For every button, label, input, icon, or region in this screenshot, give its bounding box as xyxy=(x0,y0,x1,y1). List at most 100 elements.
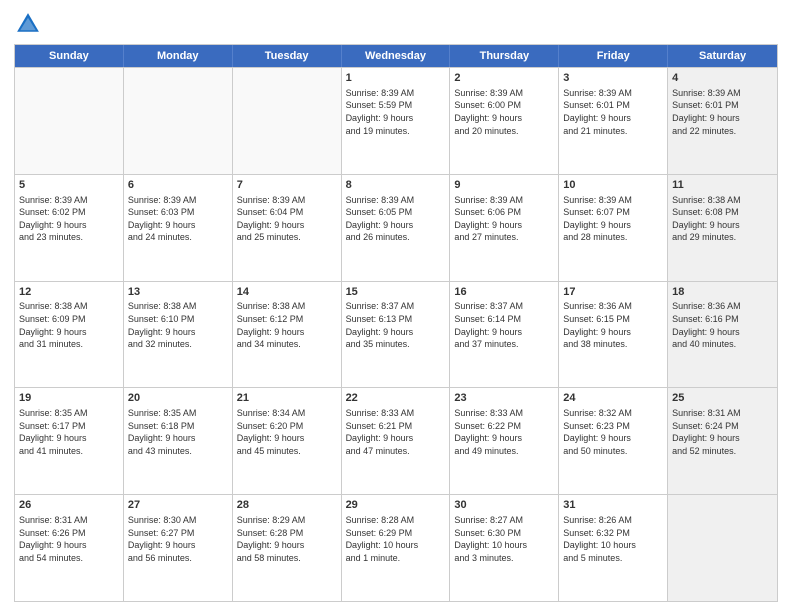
day-number: 18 xyxy=(672,285,773,300)
day-number: 7 xyxy=(237,178,337,193)
cell-details: Sunrise: 8:27 AM Sunset: 6:30 PM Dayligh… xyxy=(454,514,554,564)
calendar-cell: 13Sunrise: 8:38 AM Sunset: 6:10 PM Dayli… xyxy=(124,282,233,388)
day-number: 13 xyxy=(128,285,228,300)
cell-details: Sunrise: 8:39 AM Sunset: 6:02 PM Dayligh… xyxy=(19,194,119,244)
cell-details: Sunrise: 8:38 AM Sunset: 6:10 PM Dayligh… xyxy=(128,300,228,350)
calendar-cell: 18Sunrise: 8:36 AM Sunset: 6:16 PM Dayli… xyxy=(668,282,777,388)
cell-details: Sunrise: 8:39 AM Sunset: 6:01 PM Dayligh… xyxy=(672,87,773,137)
calendar-cell: 2Sunrise: 8:39 AM Sunset: 6:00 PM Daylig… xyxy=(450,68,559,174)
calendar-row: 12Sunrise: 8:38 AM Sunset: 6:09 PM Dayli… xyxy=(15,281,777,388)
cell-details: Sunrise: 8:39 AM Sunset: 6:05 PM Dayligh… xyxy=(346,194,446,244)
cell-details: Sunrise: 8:32 AM Sunset: 6:23 PM Dayligh… xyxy=(563,407,663,457)
cell-details: Sunrise: 8:31 AM Sunset: 6:26 PM Dayligh… xyxy=(19,514,119,564)
day-number: 23 xyxy=(454,391,554,406)
day-number: 17 xyxy=(563,285,663,300)
day-number: 12 xyxy=(19,285,119,300)
calendar-cell: 7Sunrise: 8:39 AM Sunset: 6:04 PM Daylig… xyxy=(233,175,342,281)
day-number: 31 xyxy=(563,498,663,513)
weekday-header: Friday xyxy=(559,45,668,67)
day-number: 9 xyxy=(454,178,554,193)
day-number: 11 xyxy=(672,178,773,193)
calendar-cell: 29Sunrise: 8:28 AM Sunset: 6:29 PM Dayli… xyxy=(342,495,451,601)
cell-details: Sunrise: 8:39 AM Sunset: 6:04 PM Dayligh… xyxy=(237,194,337,244)
calendar-cell: 1Sunrise: 8:39 AM Sunset: 5:59 PM Daylig… xyxy=(342,68,451,174)
day-number: 16 xyxy=(454,285,554,300)
cell-details: Sunrise: 8:39 AM Sunset: 6:06 PM Dayligh… xyxy=(454,194,554,244)
day-number: 19 xyxy=(19,391,119,406)
calendar-row: 19Sunrise: 8:35 AM Sunset: 6:17 PM Dayli… xyxy=(15,387,777,494)
cell-details: Sunrise: 8:39 AM Sunset: 6:01 PM Dayligh… xyxy=(563,87,663,137)
cell-details: Sunrise: 8:31 AM Sunset: 6:24 PM Dayligh… xyxy=(672,407,773,457)
calendar-cell: 30Sunrise: 8:27 AM Sunset: 6:30 PM Dayli… xyxy=(450,495,559,601)
cell-details: Sunrise: 8:33 AM Sunset: 6:22 PM Dayligh… xyxy=(454,407,554,457)
day-number: 24 xyxy=(563,391,663,406)
calendar-cell: 15Sunrise: 8:37 AM Sunset: 6:13 PM Dayli… xyxy=(342,282,451,388)
cell-details: Sunrise: 8:28 AM Sunset: 6:29 PM Dayligh… xyxy=(346,514,446,564)
calendar-cell: 28Sunrise: 8:29 AM Sunset: 6:28 PM Dayli… xyxy=(233,495,342,601)
weekday-header: Saturday xyxy=(668,45,777,67)
day-number: 20 xyxy=(128,391,228,406)
calendar-cell: 4Sunrise: 8:39 AM Sunset: 6:01 PM Daylig… xyxy=(668,68,777,174)
cell-details: Sunrise: 8:36 AM Sunset: 6:15 PM Dayligh… xyxy=(563,300,663,350)
day-number: 28 xyxy=(237,498,337,513)
day-number: 6 xyxy=(128,178,228,193)
day-number: 25 xyxy=(672,391,773,406)
calendar-cell: 21Sunrise: 8:34 AM Sunset: 6:20 PM Dayli… xyxy=(233,388,342,494)
cell-details: Sunrise: 8:26 AM Sunset: 6:32 PM Dayligh… xyxy=(563,514,663,564)
weekday-header: Tuesday xyxy=(233,45,342,67)
calendar-cell: 20Sunrise: 8:35 AM Sunset: 6:18 PM Dayli… xyxy=(124,388,233,494)
day-number: 21 xyxy=(237,391,337,406)
calendar-cell: 31Sunrise: 8:26 AM Sunset: 6:32 PM Dayli… xyxy=(559,495,668,601)
cell-details: Sunrise: 8:35 AM Sunset: 6:18 PM Dayligh… xyxy=(128,407,228,457)
day-number: 10 xyxy=(563,178,663,193)
calendar-row: 26Sunrise: 8:31 AM Sunset: 6:26 PM Dayli… xyxy=(15,494,777,601)
day-number: 30 xyxy=(454,498,554,513)
cell-details: Sunrise: 8:34 AM Sunset: 6:20 PM Dayligh… xyxy=(237,407,337,457)
day-number: 8 xyxy=(346,178,446,193)
cell-details: Sunrise: 8:39 AM Sunset: 6:00 PM Dayligh… xyxy=(454,87,554,137)
cell-details: Sunrise: 8:35 AM Sunset: 6:17 PM Dayligh… xyxy=(19,407,119,457)
calendar-cell: 27Sunrise: 8:30 AM Sunset: 6:27 PM Dayli… xyxy=(124,495,233,601)
cell-details: Sunrise: 8:33 AM Sunset: 6:21 PM Dayligh… xyxy=(346,407,446,457)
calendar-cell: 19Sunrise: 8:35 AM Sunset: 6:17 PM Dayli… xyxy=(15,388,124,494)
weekday-header: Sunday xyxy=(15,45,124,67)
cell-details: Sunrise: 8:37 AM Sunset: 6:14 PM Dayligh… xyxy=(454,300,554,350)
calendar-row: 1Sunrise: 8:39 AM Sunset: 5:59 PM Daylig… xyxy=(15,67,777,174)
day-number: 15 xyxy=(346,285,446,300)
calendar-cell: 17Sunrise: 8:36 AM Sunset: 6:15 PM Dayli… xyxy=(559,282,668,388)
calendar-body: 1Sunrise: 8:39 AM Sunset: 5:59 PM Daylig… xyxy=(15,67,777,601)
day-number: 5 xyxy=(19,178,119,193)
day-number: 1 xyxy=(346,71,446,86)
calendar-cell: 12Sunrise: 8:38 AM Sunset: 6:09 PM Dayli… xyxy=(15,282,124,388)
calendar-cell: 6Sunrise: 8:39 AM Sunset: 6:03 PM Daylig… xyxy=(124,175,233,281)
calendar-cell: 16Sunrise: 8:37 AM Sunset: 6:14 PM Dayli… xyxy=(450,282,559,388)
calendar-header: SundayMondayTuesdayWednesdayThursdayFrid… xyxy=(15,45,777,67)
calendar-cell xyxy=(124,68,233,174)
calendar-cell: 14Sunrise: 8:38 AM Sunset: 6:12 PM Dayli… xyxy=(233,282,342,388)
cell-details: Sunrise: 8:38 AM Sunset: 6:08 PM Dayligh… xyxy=(672,194,773,244)
calendar-cell: 3Sunrise: 8:39 AM Sunset: 6:01 PM Daylig… xyxy=(559,68,668,174)
calendar-cell: 5Sunrise: 8:39 AM Sunset: 6:02 PM Daylig… xyxy=(15,175,124,281)
header xyxy=(14,10,778,38)
day-number: 29 xyxy=(346,498,446,513)
weekday-header: Thursday xyxy=(450,45,559,67)
cell-details: Sunrise: 8:39 AM Sunset: 5:59 PM Dayligh… xyxy=(346,87,446,137)
cell-details: Sunrise: 8:39 AM Sunset: 6:03 PM Dayligh… xyxy=(128,194,228,244)
calendar-cell: 25Sunrise: 8:31 AM Sunset: 6:24 PM Dayli… xyxy=(668,388,777,494)
cell-details: Sunrise: 8:36 AM Sunset: 6:16 PM Dayligh… xyxy=(672,300,773,350)
cell-details: Sunrise: 8:39 AM Sunset: 6:07 PM Dayligh… xyxy=(563,194,663,244)
cell-details: Sunrise: 8:38 AM Sunset: 6:12 PM Dayligh… xyxy=(237,300,337,350)
calendar-cell: 22Sunrise: 8:33 AM Sunset: 6:21 PM Dayli… xyxy=(342,388,451,494)
calendar-cell xyxy=(668,495,777,601)
calendar-cell: 26Sunrise: 8:31 AM Sunset: 6:26 PM Dayli… xyxy=(15,495,124,601)
day-number: 14 xyxy=(237,285,337,300)
calendar-cell: 9Sunrise: 8:39 AM Sunset: 6:06 PM Daylig… xyxy=(450,175,559,281)
calendar-cell: 24Sunrise: 8:32 AM Sunset: 6:23 PM Dayli… xyxy=(559,388,668,494)
cell-details: Sunrise: 8:38 AM Sunset: 6:09 PM Dayligh… xyxy=(19,300,119,350)
calendar-row: 5Sunrise: 8:39 AM Sunset: 6:02 PM Daylig… xyxy=(15,174,777,281)
calendar-cell xyxy=(15,68,124,174)
calendar-cell: 11Sunrise: 8:38 AM Sunset: 6:08 PM Dayli… xyxy=(668,175,777,281)
calendar-cell: 10Sunrise: 8:39 AM Sunset: 6:07 PM Dayli… xyxy=(559,175,668,281)
weekday-header: Monday xyxy=(124,45,233,67)
day-number: 22 xyxy=(346,391,446,406)
